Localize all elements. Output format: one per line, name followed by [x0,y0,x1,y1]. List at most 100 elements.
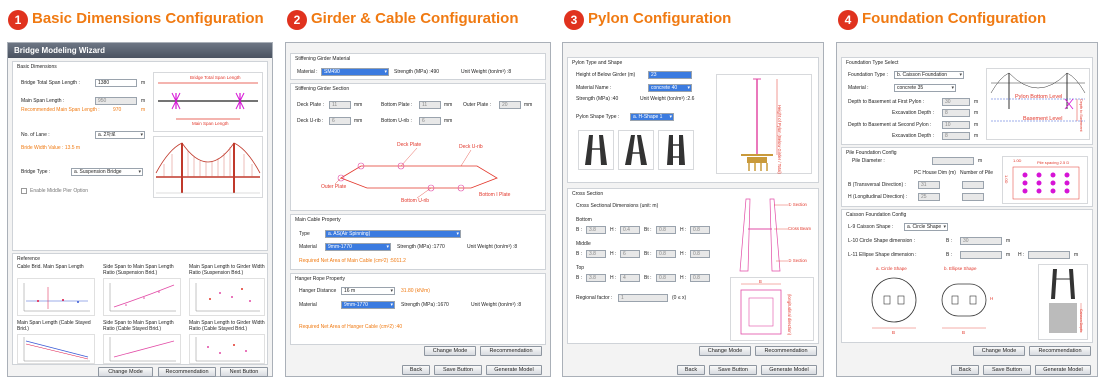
unit-label: m [141,98,146,104]
main-cable-group: Main Cable Property Type a. AS(Air Spinn… [290,214,546,270]
foundation-type-label: Foundation Type : [848,72,888,78]
group-title: Hanger Rope Property [295,276,346,282]
ref-title-6: Main Span Length to Girder Width Ratio (… [189,320,265,332]
bridge-modeling-wizard-window: Bridge Modeling Wizard Basic Dimensions … [7,42,273,377]
pylon-material-select[interactable]: concrete 40 [648,84,692,92]
recommendation-button[interactable]: Recommendation [755,346,817,356]
save-button[interactable]: Save Button [434,365,482,375]
main-span-input[interactable]: 950 [95,97,137,105]
generate-model-button[interactable]: Generate Model [486,365,542,375]
depth1-input[interactable]: 30 [942,98,970,106]
bottom-b-input[interactable]: 3.8 [586,226,606,234]
lbl-bt: Bt : [644,275,652,281]
cable-material-select[interactable]: 9mm-1770 [325,243,391,251]
material-label: Material Name : [576,85,612,91]
bottom-urib-label: Bottom U-rib : [381,118,412,124]
foundation-type-select[interactable]: b. Caisson Foundation [894,71,964,79]
change-mode-button[interactable]: Change Mode [973,346,1025,356]
back-button[interactable]: Back [677,365,705,375]
span-diagram: Bridge Total Span Length Main Span Lengt… [153,72,263,132]
top-b-input[interactable]: 3.8 [586,274,606,282]
ellipse-b-input[interactable] [960,251,1002,259]
total-span-input[interactable]: 1380 [95,79,137,87]
next-button[interactable]: Next Button [220,367,268,377]
shape-option-a[interactable] [578,130,614,170]
middle-h-input[interactable]: 6 [620,250,640,258]
girder-material-select[interactable]: SM490 [321,68,389,76]
top-ht-input[interactable]: 0.8 [690,274,710,282]
ref-chart-6 [189,334,265,364]
change-mode-button[interactable]: Change Mode [699,346,751,356]
diagram-section-2: ② Section [788,258,807,263]
ellipse-h-input[interactable] [1028,251,1070,259]
diagram-b: B [759,279,762,284]
caisson-shape-select[interactable]: a. Circle Shape [904,223,948,231]
change-mode-button[interactable]: Change Mode [98,367,153,377]
recommendation-button[interactable]: Recommendation [480,346,542,356]
generate-model-button[interactable]: Generate Model [761,365,817,375]
shape-option-c[interactable] [658,130,694,170]
exc1-input[interactable]: 8 [942,109,970,117]
l11-label: L-11 Ellipse Shape dimension : [848,252,917,258]
hanger-weight-text: Unit Weight (ton/m³) :8 [471,302,522,308]
unit-label: m [141,80,146,86]
cable-weight-text: Unit Weight (ton/m³) :8 [467,244,518,250]
exc2-input[interactable]: 8 [942,132,970,140]
top-h-input[interactable]: 4 [620,274,640,282]
h-pile-count-input[interactable] [962,193,984,201]
hanger-material-select[interactable]: 9mm-1770 [341,301,395,309]
b-trans-input[interactable]: 31 [918,181,940,189]
outer-plate-input[interactable]: 20 [499,101,521,109]
cable-type-select[interactable]: a. AS(Air Spinning) [325,230,461,238]
depth2-label: Depth to Basement at Second Pylon : [848,122,932,128]
recommendation-button[interactable]: Recommendation [1029,346,1091,356]
save-button[interactable]: Save Button [709,365,757,375]
deck-urib-input[interactable]: 6 [329,117,351,125]
top-bt-input[interactable]: 0.8 [656,274,676,282]
lanes-select[interactable]: a. 2차로 [95,131,145,139]
top-label: Top [576,265,585,271]
deck-plate-input[interactable]: 11 [329,101,351,109]
generate-model-button[interactable]: Generate Model [1035,365,1091,375]
bridge-width-text: Bride Width Value : 13.5 m [21,145,81,151]
save-button[interactable]: Save Button [983,365,1031,375]
b-pile-count-input[interactable] [962,181,984,189]
middle-pier-checkbox[interactable] [21,188,27,194]
depth2-input[interactable]: 10 [942,121,970,129]
diagram-longitudinal: (longitudinal direction) [787,294,792,335]
back-button[interactable]: Back [402,365,430,375]
step-4-title: Foundation Configuration [862,10,1047,27]
regional-input[interactable]: 1 [618,294,668,302]
back-button[interactable]: Back [951,365,979,375]
bridge-type-select[interactable]: a. Suspension Bridge [71,168,143,176]
ref-chart-1 [17,278,95,316]
pile-diameter-input[interactable] [932,157,974,165]
pile-layout-diagram: 1.0D Pile spacing 2.5 D 1.0D [1002,156,1088,204]
recommendation-button[interactable]: Recommendation [158,367,216,377]
bottom-plate-input[interactable]: 11 [419,101,441,109]
caisson-elevation-diagram: Caisson Depth [1038,264,1088,340]
middle-ht-input[interactable]: 0.8 [690,250,710,258]
hanger-distance-select[interactable]: 16 m [341,287,395,295]
bottom-ht-input[interactable]: 0.8 [690,226,710,234]
bottom-urib-input[interactable]: 6 [419,117,441,125]
pylon-shape-select[interactable]: a. H-Shape 1 [630,113,674,121]
bottom-bt-input[interactable]: 0.8 [656,226,676,234]
diagram-deck-urib: Deck U-rib [459,144,483,150]
middle-b-input[interactable]: 3.8 [586,250,606,258]
middle-bt-input[interactable]: 0.8 [656,250,676,258]
pile-config-group: Pile Foundation Config Pile Diameter : m… [841,147,1093,207]
recommended-label: Recommended Main Span Length : [21,107,100,113]
change-mode-button[interactable]: Change Mode [424,346,476,356]
foundation-material-select[interactable]: concrete 35 [894,84,956,92]
height-input[interactable]: 23 [648,71,692,79]
h-long-input[interactable]: 25 [918,193,940,201]
ref-title-5: Side Span to Main Span Length Ratio (Cab… [103,320,174,332]
reference-title: Reference [17,256,41,262]
shape-option-b[interactable] [618,130,654,170]
bottom-h-input[interactable]: 0.4 [620,226,640,234]
depth1-label: Depth to Basement at First Pylon : [848,99,925,105]
circle-b-input[interactable]: 30 [960,237,1002,245]
strength-text: Strength (MPa) :490 [394,69,440,75]
step-3-badge: 3 [564,10,584,30]
